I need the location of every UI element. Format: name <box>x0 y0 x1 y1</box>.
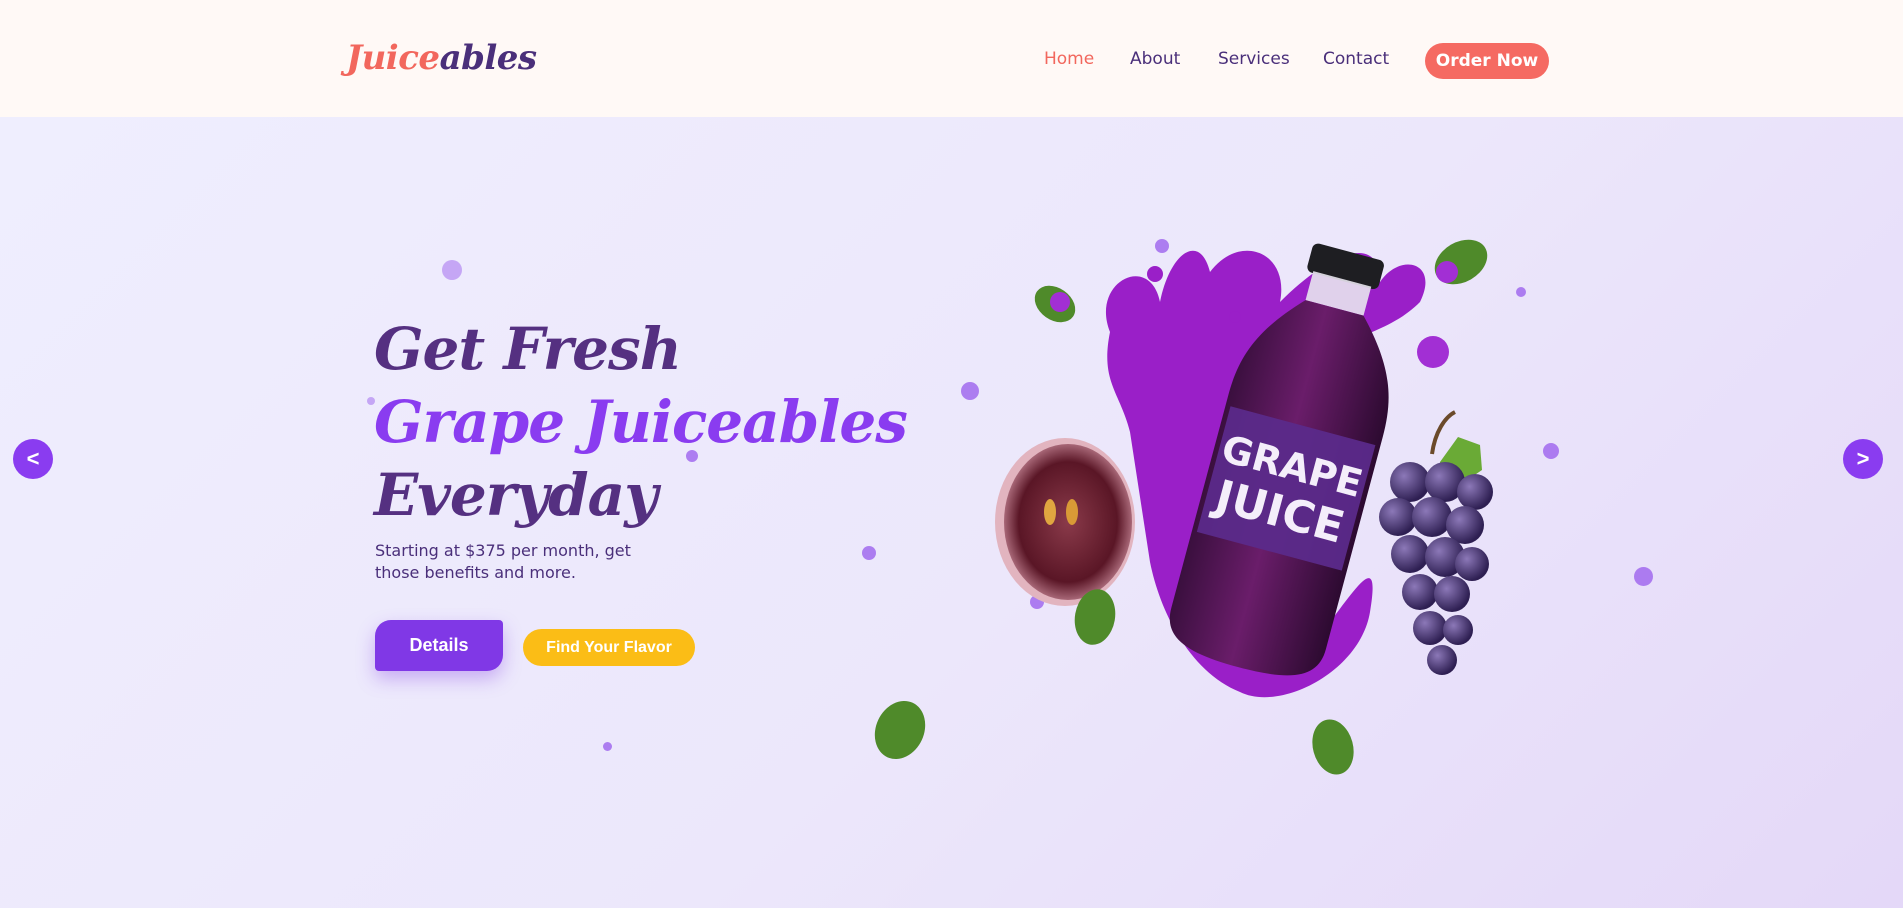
nav-contact[interactable]: Contact <box>1323 49 1389 69</box>
half-grape <box>995 438 1135 606</box>
decor-dot <box>1634 567 1653 586</box>
headline-line-3: Everyday <box>374 461 658 529</box>
carousel-prev-button[interactable]: < <box>13 439 53 479</box>
find-flavor-button[interactable]: Find Your Flavor <box>523 629 695 666</box>
carousel-next-button[interactable]: > <box>1843 439 1883 479</box>
nav-services[interactable]: Services <box>1218 49 1290 69</box>
grape-ball <box>1417 336 1449 368</box>
grape-ball <box>1050 292 1070 312</box>
grape-juice-illustration: GRAPE JUICE <box>874 239 1493 775</box>
decor-dot <box>442 260 462 280</box>
headline-line-2: Grape Juiceables <box>374 388 908 456</box>
details-button[interactable]: Details <box>375 620 503 671</box>
main-nav: Home About Services Contact <box>0 49 1903 79</box>
hero-section: Get Fresh Grape Juiceables Everyday Star… <box>0 117 1903 908</box>
hero-subtext: Starting at $375 per month, get those be… <box>375 541 631 582</box>
site-header: Juiceables Home About Services Contact O… <box>0 0 1903 117</box>
decor-dot <box>603 742 612 751</box>
order-now-button[interactable]: Order Now <box>1425 43 1549 79</box>
nav-about[interactable]: About <box>1130 49 1180 69</box>
nav-home[interactable]: Home <box>1044 49 1094 69</box>
grape-ball <box>1436 261 1458 283</box>
headline-line-1: Get Fresh <box>374 315 682 383</box>
